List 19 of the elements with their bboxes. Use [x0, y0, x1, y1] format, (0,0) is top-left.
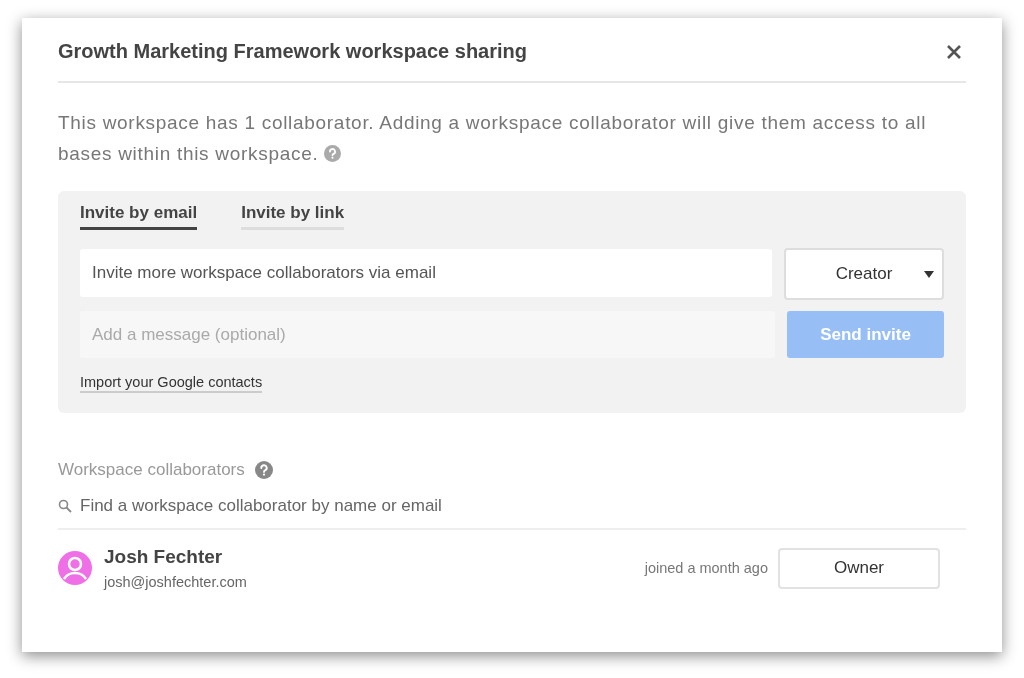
search-field[interactable]: Find a workspace collaborator by name or email — [80, 496, 966, 516]
email-field[interactable]: Invite more workspace collaborators via email — [80, 249, 772, 297]
caret-icon — [924, 271, 934, 278]
role-button[interactable]: Owner — [778, 547, 940, 589]
tab[interactable]: Invite by email — [80, 203, 198, 230]
role-dropdown[interactable]: Creator — [784, 248, 944, 300]
collaborator-email: josh@joshfechter.com — [104, 574, 248, 590]
help-icon[interactable] — [324, 145, 342, 162]
tab[interactable]: Invite by link — [241, 203, 345, 230]
collaborator-name: Josh Fechter — [104, 546, 224, 568]
section-heading: Workspace collaborators — [58, 460, 245, 480]
help-icon[interactable] — [254, 461, 273, 479]
joined-time: joined a month ago — [644, 560, 768, 576]
message-field[interactable]: Add a message (optional) — [80, 311, 775, 358]
description: This workspace has 1 collaborator. Adding a workspace collaborator will give them access to all bases within this workspace. — [58, 111, 928, 166]
close-icon — [946, 43, 962, 60]
import-contacts-link[interactable]: Import your Google contacts — [80, 374, 263, 393]
search-icon — [58, 499, 72, 513]
dialog-title: Growth Marketing Framework workspace sharing — [58, 40, 527, 63]
